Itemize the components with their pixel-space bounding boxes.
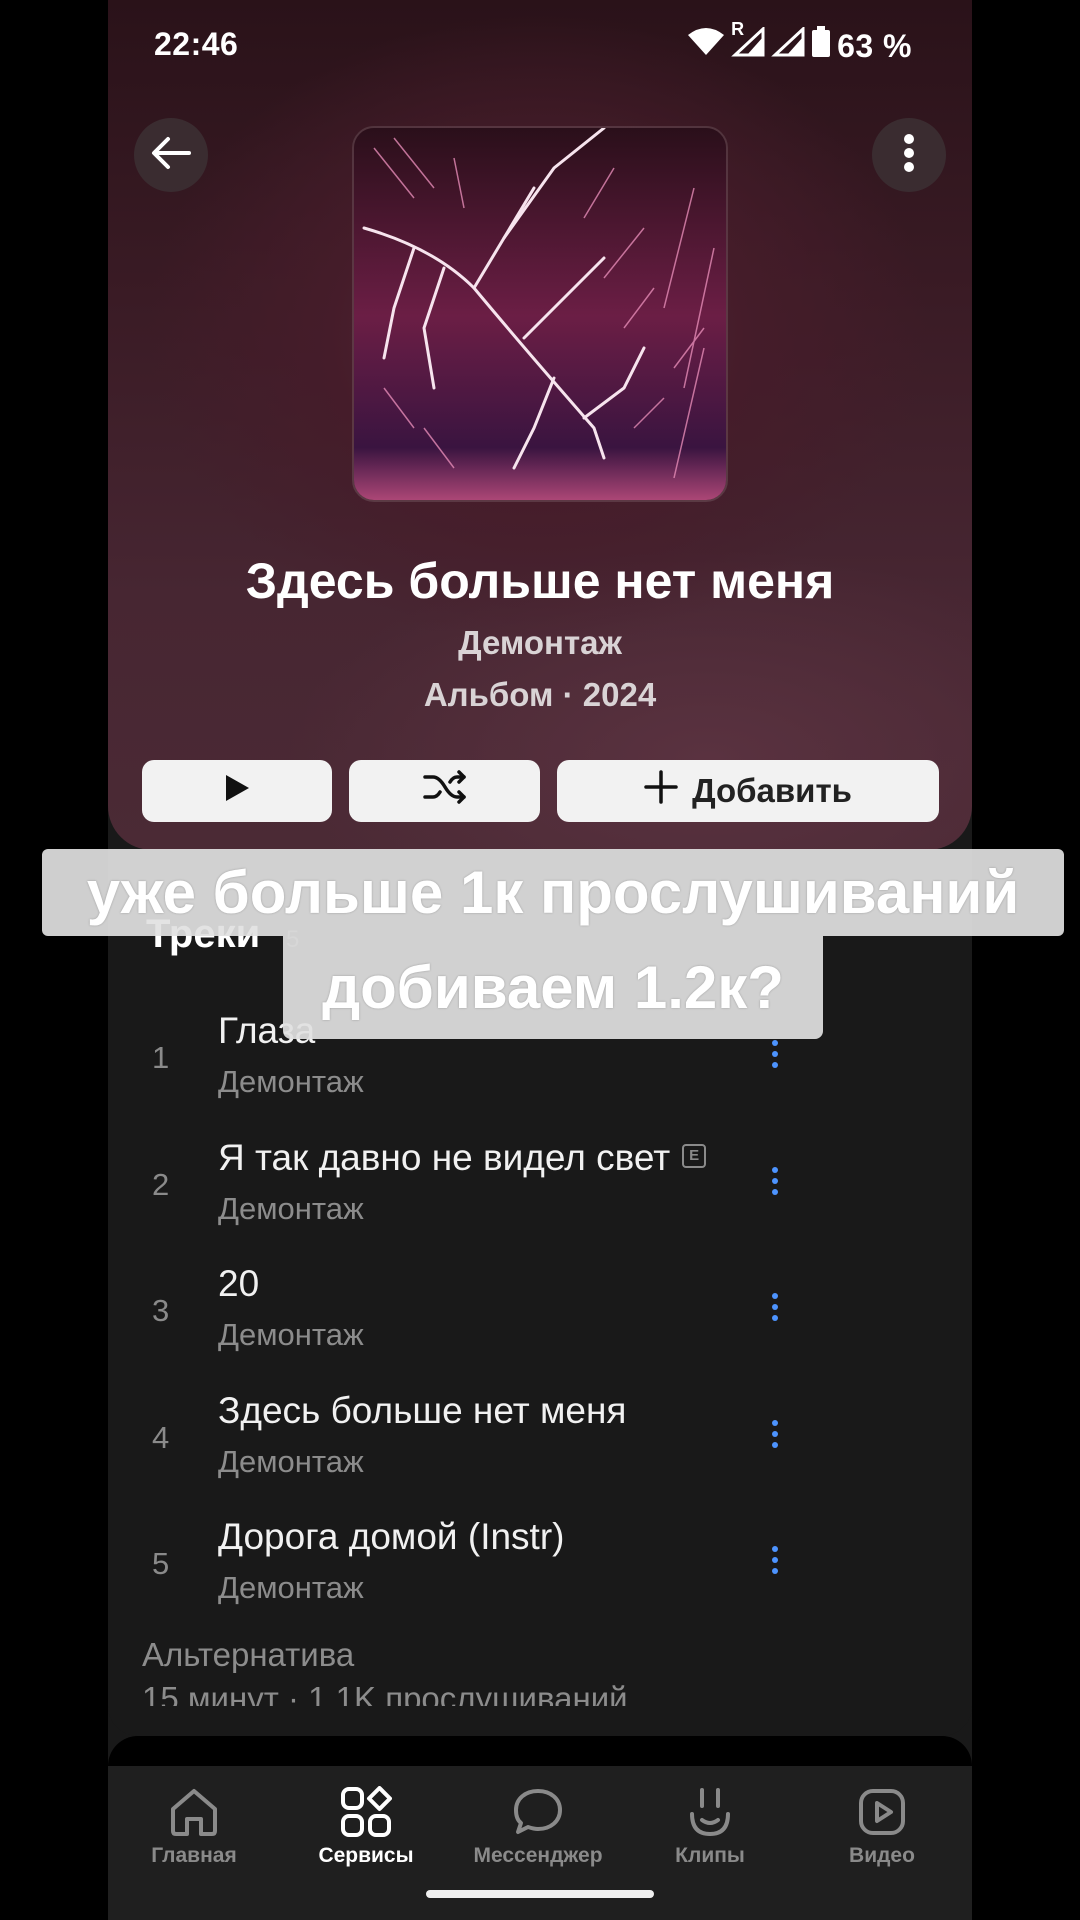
track-title: Дорога домой (Instr) — [218, 1516, 565, 1557]
more-options-button[interactable] — [872, 118, 946, 192]
album-cover — [352, 126, 728, 502]
track-more-icon[interactable] — [760, 1530, 790, 1590]
signal-icon — [771, 25, 805, 65]
services-icon — [280, 1782, 452, 1842]
home-icon — [108, 1782, 280, 1842]
nav-item-services[interactable]: Сервисы — [280, 1782, 452, 1868]
track-artist: Демонтаж — [218, 1444, 364, 1479]
track-number: 2 — [152, 1167, 170, 1202]
play-button[interactable] — [142, 760, 332, 822]
nav-item-messenger[interactable]: Мессенджер — [452, 1782, 624, 1868]
nav-label-services: Сервисы — [318, 1844, 414, 1867]
status-time: 22:46 — [154, 26, 239, 62]
explicit-icon: E — [682, 1144, 707, 1169]
track-number: 3 — [152, 1293, 170, 1328]
messenger-icon — [452, 1782, 624, 1842]
album-genre: Альтернатива — [142, 1636, 355, 1673]
track-row[interactable]: 2 Я так давно не видел свет E Демонтаж — [108, 1131, 972, 1251]
track-more-icon[interactable] — [760, 1277, 790, 1337]
video-icon — [796, 1782, 968, 1842]
track-more-icon[interactable] — [760, 1404, 790, 1464]
signal-roaming-icon: R — [731, 19, 765, 65]
add-button[interactable]: Добавить — [557, 760, 939, 822]
play-icon — [224, 772, 250, 810]
shuffle-icon — [422, 770, 467, 812]
roaming-mark: R — [731, 19, 745, 39]
nav-item-home[interactable]: Главная — [108, 1782, 280, 1868]
nav-item-video[interactable]: Видео — [796, 1782, 968, 1868]
track-row[interactable]: 3 20 Демонтаж — [108, 1257, 972, 1377]
track-title: Я так давно не видел свет — [218, 1137, 671, 1178]
track-title: Здесь больше нет меня — [218, 1390, 627, 1431]
arrow-left-icon — [151, 136, 191, 175]
plus-icon — [644, 770, 678, 812]
nav-label-messenger: Мессенджер — [473, 1844, 603, 1867]
album-title: Здесь больше нет меня — [245, 553, 835, 609]
nav-label-home: Главная — [151, 1844, 237, 1867]
add-button-label: Добавить — [692, 772, 852, 809]
track-title: 20 — [218, 1263, 260, 1304]
overlay-caption-line-1: уже больше 1к прослушиваний — [42, 849, 1064, 936]
album-header: 22:46 R 63 % Здесь больше нет меня Демон… — [108, 0, 972, 850]
album-meta: Альбом · 2024 — [423, 676, 657, 713]
track-artist: Демонтаж — [218, 1317, 364, 1352]
track-row[interactable]: 4 Здесь больше нет меня Демонтаж — [108, 1384, 972, 1504]
track-number: 4 — [152, 1420, 170, 1455]
clips-icon — [624, 1782, 796, 1842]
more-vertical-icon — [903, 133, 915, 178]
battery-percent: 63 % — [837, 27, 912, 64]
wifi-icon — [687, 27, 725, 65]
nav-label-clips: Клипы — [675, 1844, 745, 1867]
content-divider — [108, 1706, 972, 1766]
back-button[interactable] — [134, 118, 208, 192]
nav-item-clips[interactable]: Клипы — [624, 1782, 796, 1868]
track-title-wrap: Я так давно не видел свет E — [218, 1137, 707, 1179]
battery-icon — [811, 26, 831, 66]
track-row[interactable]: 5 Дорога домой (Instr) Демонтаж — [108, 1510, 972, 1630]
home-indicator[interactable] — [426, 1890, 654, 1898]
album-artist[interactable]: Демонтаж — [108, 624, 972, 662]
shuffle-button[interactable] — [349, 760, 540, 822]
overlay-caption-line-2: добиваем 1.2к? — [283, 936, 823, 1039]
track-artist: Демонтаж — [218, 1064, 364, 1099]
overlay-caption-text-2: добиваем 1.2к? — [322, 954, 784, 1021]
nav-label-video: Видео — [849, 1844, 915, 1867]
track-number: 1 — [152, 1040, 170, 1075]
track-artist: Демонтаж — [218, 1191, 364, 1226]
track-number: 5 — [152, 1546, 170, 1581]
status-icons: R 63 % — [687, 19, 912, 66]
track-more-icon[interactable] — [760, 1151, 790, 1211]
overlay-caption-text-1: уже больше 1к прослушиваний — [86, 859, 1020, 926]
track-artist: Демонтаж — [218, 1570, 364, 1605]
